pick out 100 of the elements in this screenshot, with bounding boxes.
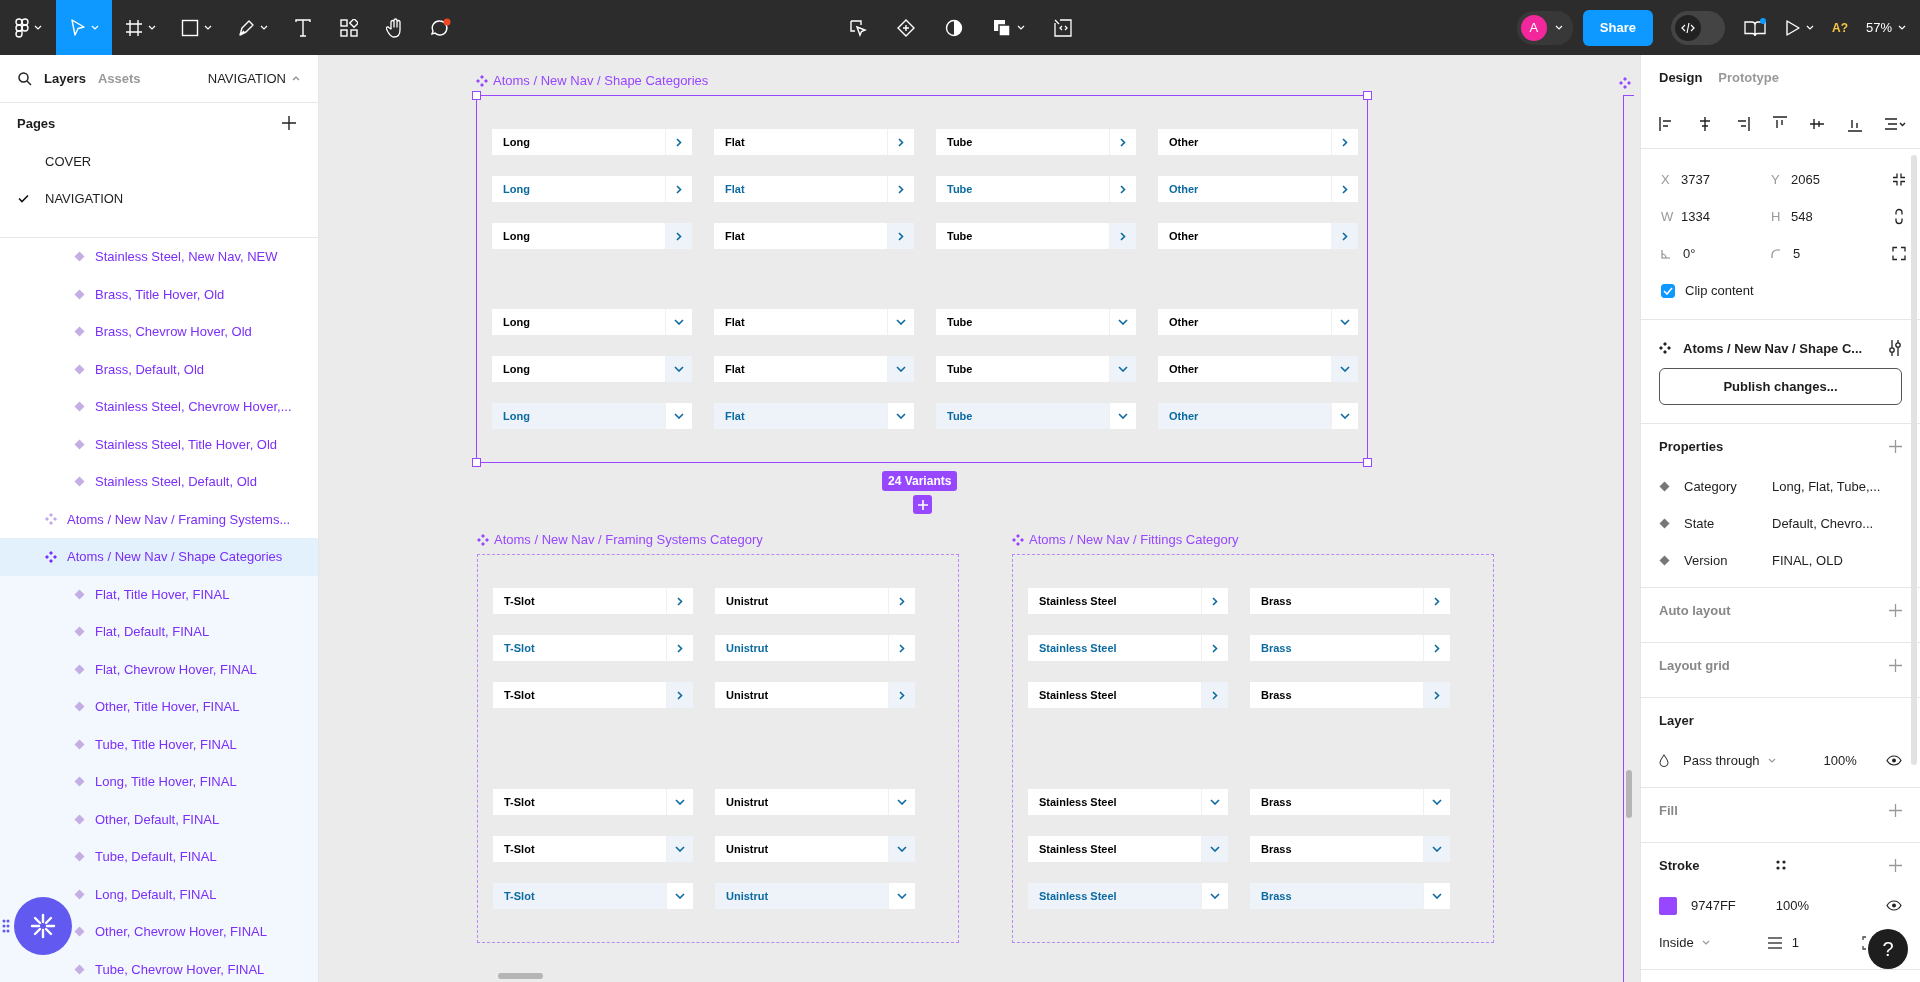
nav-item[interactable]: Flat	[714, 129, 914, 155]
component-frame[interactable]: Stainless Steel Brass Stainless Steel Brass Stainless Steel Brass Stainless Steel Brass Stainless Steel Brass Stainless Steel Brass	[1012, 554, 1494, 943]
nav-item[interactable]: Other	[1158, 223, 1358, 249]
corner-radius-field[interactable]: 5	[1771, 235, 1881, 272]
nav-item[interactable]: Tube	[936, 223, 1136, 249]
panel-tab[interactable]: Layers	[44, 71, 86, 86]
nav-item[interactable]: Brass	[1250, 682, 1450, 708]
nav-item[interactable]: Long	[492, 176, 692, 202]
nav-item-label: Tube	[946, 136, 974, 148]
nav-item[interactable]: Long	[492, 223, 692, 249]
publish-button[interactable]: Publish changes...	[1659, 368, 1902, 405]
nav-item[interactable]: T-Slot	[493, 836, 693, 862]
layer-item[interactable]: Brass, Title Hover, Old	[74, 275, 225, 313]
nav-item[interactable]: Flat	[714, 176, 914, 202]
nav-item[interactable]: Stainless Steel	[1028, 682, 1228, 708]
blend-mode-dropdown[interactable]: Pass through	[1683, 753, 1776, 768]
nav-item[interactable]: Flat	[714, 309, 914, 335]
nav-item[interactable]: Other	[1158, 356, 1358, 382]
layer-item[interactable]: Stainless Steel, Title Hover, Old	[74, 425, 278, 463]
nav-item[interactable]: Other	[1158, 309, 1358, 335]
nav-item[interactable]: Long	[492, 129, 692, 155]
nav-item[interactable]: Stainless Steel	[1028, 588, 1228, 614]
nav-item-label: T-Slot	[503, 595, 536, 607]
nav-item[interactable]: Unistrut	[715, 883, 915, 909]
nav-item[interactable]: Flat	[714, 223, 914, 249]
nav-item[interactable]: T-Slot	[493, 588, 693, 614]
nav-item[interactable]: Stainless Steel	[1028, 883, 1228, 909]
layer-item[interactable]: Brass, Default, Old	[74, 350, 205, 388]
page-item[interactable]: COVER	[0, 143, 318, 180]
property-value[interactable]: Long, Flat, Tube,...	[1772, 479, 1881, 494]
dimension-field[interactable]: W 1334	[1661, 198, 1771, 235]
layer-item[interactable]: Atoms / New Nav / Framing Systems...	[45, 500, 291, 538]
nav-item[interactable]: Unistrut	[715, 635, 915, 661]
page-dropdown[interactable]: NAVIGATION	[207, 71, 300, 86]
layer-item[interactable]: Brass, Chevrow Hover, Old	[74, 313, 252, 351]
nav-item[interactable]: Brass	[1250, 635, 1450, 661]
nav-item[interactable]: T-Slot	[493, 883, 693, 909]
nav-item[interactable]: T-Slot	[493, 682, 693, 708]
page-name: NAVIGATION	[45, 191, 124, 206]
nav-item[interactable]: Other	[1158, 403, 1358, 429]
opacity-field[interactable]: 100%	[1775, 898, 1810, 913]
nav-item[interactable]: Unistrut	[715, 588, 915, 614]
nav-item-label: Unistrut	[725, 843, 770, 855]
avatar-menu[interactable]: A	[1516, 10, 1573, 45]
component-frame[interactable]: T-Slot Unistrut T-Slot Unistrut T-Slot Unistrut T-Slot Unistrut T-Slot Unistrut T-Slot Unistrut	[477, 554, 959, 943]
nav-item[interactable]: Tube	[936, 356, 1136, 382]
layer-name: Stainless Steel, New Nav, NEW	[95, 249, 278, 265]
clip-content-checkbox[interactable]: Clip content	[1661, 272, 1920, 309]
nav-item[interactable]: Brass	[1250, 836, 1450, 862]
nav-item[interactable]: Long	[492, 403, 692, 429]
nav-item[interactable]: Tube	[936, 309, 1136, 335]
dimension-field[interactable]: H 548	[1771, 198, 1881, 235]
property-value[interactable]: FINAL, OLD	[1772, 553, 1843, 568]
property-name: Version	[1684, 553, 1729, 568]
nav-item[interactable]: T-Slot	[493, 635, 693, 661]
nav-item[interactable]: Tube	[936, 403, 1136, 429]
nav-item[interactable]: Other	[1158, 129, 1358, 155]
nav-item[interactable]: Stainless Steel	[1028, 789, 1228, 815]
nav-item-label: Tube	[946, 316, 974, 328]
property-value[interactable]: Default, Chevro...	[1772, 516, 1874, 531]
nav-item-label: Brass	[1260, 642, 1293, 654]
layer-item[interactable]: Stainless Steel, Default, Old	[74, 463, 257, 501]
nav-item-label: Tube	[946, 230, 974, 242]
nav-item[interactable]: Unistrut	[715, 836, 915, 862]
nav-item[interactable]: Long	[492, 309, 692, 335]
component-name: Atoms / New Nav / Shape C...	[1683, 340, 1863, 356]
nav-item[interactable]: T-Slot	[493, 789, 693, 815]
variants-badge: 24 Variants	[882, 471, 958, 491]
zoom-menu[interactable]: 57%	[1865, 20, 1906, 35]
layer-item[interactable]: Stainless Steel, Chevrow Hover,...	[74, 388, 292, 426]
stroke-position-dropdown[interactable]: Inside	[1659, 935, 1710, 950]
nav-item[interactable]: Flat	[714, 403, 914, 429]
nav-item[interactable]: Brass	[1250, 789, 1450, 815]
color-hex-field[interactable]: 9747FF	[1691, 898, 1736, 913]
nav-item[interactable]: Tube	[936, 176, 1136, 202]
missing-fonts-indicator[interactable]: A?	[1831, 20, 1848, 35]
layer-name: Brass, Title Hover, Old	[95, 286, 225, 302]
nav-item[interactable]: Long	[492, 356, 692, 382]
nav-item-label: Other	[1168, 410, 1200, 422]
help-button[interactable]: ?	[1868, 929, 1908, 969]
panel-tab[interactable]: Design	[1659, 69, 1703, 85]
nav-item[interactable]: Flat	[714, 356, 914, 382]
nav-item[interactable]: Unistrut	[715, 682, 915, 708]
page-item[interactable]: NAVIGATION	[0, 180, 318, 217]
nav-item[interactable]: Brass	[1250, 588, 1450, 614]
section-title: Layer	[1659, 712, 1694, 728]
opacity-field[interactable]: 100%	[1823, 753, 1857, 768]
nav-item[interactable]: Brass	[1250, 883, 1450, 909]
nav-item[interactable]: Tube	[936, 129, 1136, 155]
nav-item-label: Long	[502, 136, 531, 148]
nav-item[interactable]: Stainless Steel	[1028, 836, 1228, 862]
dimension-field[interactable]: Y 2065	[1771, 161, 1881, 198]
nav-item[interactable]: Other	[1158, 176, 1358, 202]
rotation-field[interactable]: 0°	[1661, 235, 1771, 272]
dimension-field[interactable]: X 3737	[1661, 161, 1771, 198]
nav-item[interactable]: Stainless Steel	[1028, 635, 1228, 661]
layer-item[interactable]: Stainless Steel, New Nav, NEW	[74, 238, 278, 276]
nav-item[interactable]: Unistrut	[715, 789, 915, 815]
layer-name: Other, Default, FINAL	[95, 811, 220, 827]
stroke-weight-field[interactable]: 1	[1767, 935, 1799, 950]
